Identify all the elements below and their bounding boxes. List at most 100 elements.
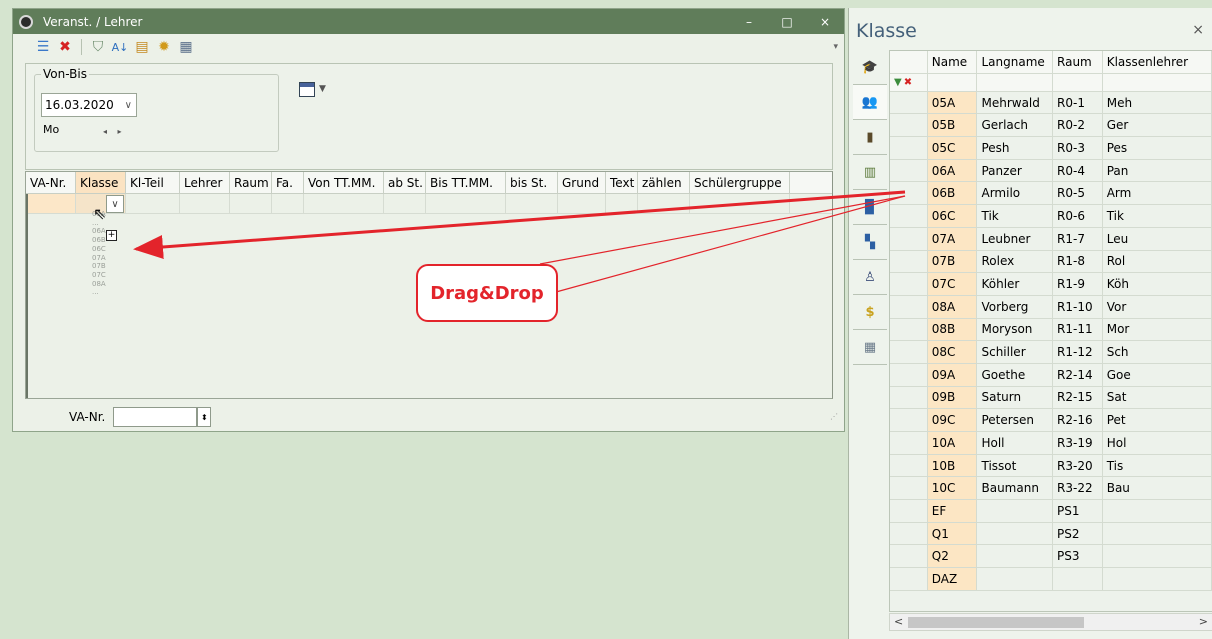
klasse-grid-header[interactable]: Name Langname Raum Klassenlehrer <box>890 51 1212 74</box>
grid-input-cell[interactable] <box>304 194 384 213</box>
row-selector[interactable] <box>890 205 928 227</box>
klasse-cell[interactable]: 09C <box>927 409 978 431</box>
grid-input-cell[interactable] <box>426 194 506 213</box>
klasse-cell[interactable]: 05A <box>927 91 978 114</box>
klasse-cell[interactable]: 06B <box>927 182 978 205</box>
klasse-cell[interactable]: PS3 <box>1053 545 1103 568</box>
chevron-down-icon[interactable]: ∨ <box>125 100 132 111</box>
row-selector[interactable] <box>890 227 928 250</box>
grid-input-row[interactable]: ∨ <box>26 194 832 214</box>
grid-column-header[interactable]: bis St. <box>506 172 558 193</box>
grid-input-cell[interactable] <box>272 194 304 213</box>
row-selector[interactable] <box>890 250 928 273</box>
date-picker[interactable]: 16.03.2020 ∨ <box>41 93 137 117</box>
klasse-row[interactable]: 05A Mehrwald R0-1 Meh <box>890 91 1212 115</box>
klasse-cell[interactable]: Q1 <box>927 522 978 545</box>
date-spin-arrows[interactable]: ◂ ▸ <box>103 127 126 136</box>
klasse-row[interactable]: 06A Panzer R0-4 Pan <box>890 159 1212 183</box>
klasse-cell[interactable]: Schiller <box>977 341 1054 363</box>
klasse-cell[interactable] <box>977 500 1054 522</box>
klasse-cell[interactable]: R2-15 <box>1053 386 1103 409</box>
tab-buecher[interactable]: ▉ <box>853 190 887 225</box>
delete-icon[interactable]: ✖ <box>57 39 73 55</box>
settings-icon[interactable]: ✹ <box>156 39 172 55</box>
klasse-cell[interactable]: Pan <box>1103 159 1212 182</box>
list-icon[interactable]: ☰ <box>35 39 51 55</box>
klasse-cell[interactable]: Holl <box>977 432 1054 454</box>
row-selector[interactable] <box>890 500 928 522</box>
row-selector[interactable] <box>890 341 928 363</box>
klasse-cell[interactable]: Ger <box>1103 114 1212 137</box>
klasse-cell[interactable]: Tik <box>1103 205 1212 227</box>
klasse-cell[interactable]: Vorberg <box>977 295 1054 318</box>
klasse-cell[interactable]: 06A <box>927 159 978 182</box>
klasse-cell[interactable]: R0-3 <box>1053 137 1103 159</box>
klasse-cell[interactable] <box>977 73 1054 91</box>
resize-grip-icon[interactable]: ⋰ <box>830 412 838 421</box>
klasse-cell[interactable]: Tissot <box>977 454 1054 477</box>
klasse-row[interactable]: 09A Goethe R2-14 Goe <box>890 363 1212 387</box>
row-selector[interactable] <box>890 409 928 431</box>
klasse-cell[interactable]: R1-7 <box>1053 227 1103 250</box>
klasse-cell[interactable]: Rolex <box>977 250 1054 273</box>
tab-faecher[interactable]: ▥ <box>853 155 887 190</box>
klasse-cell[interactable]: R1-8 <box>1053 250 1103 273</box>
klasse-cell[interactable]: EF <box>927 500 978 522</box>
klasse-cell[interactable]: R1-10 <box>1053 295 1103 318</box>
klasse-row[interactable]: 08A Vorberg R1-10 Vor <box>890 295 1212 319</box>
grid-column-header[interactable]: Grund <box>558 172 606 193</box>
klasse-cell[interactable]: PS2 <box>1053 522 1103 545</box>
tab-personen[interactable]: ♙ <box>853 260 887 295</box>
klasse-cell[interactable] <box>1103 568 1212 590</box>
filter-icon[interactable]: ⛉ <box>90 39 106 55</box>
klasse-row[interactable]: 07A Leubner R1-7 Leu <box>890 227 1212 251</box>
row-selector[interactable] <box>890 454 928 477</box>
klasse-cell[interactable]: Pet <box>1103 409 1212 431</box>
klasse-row[interactable]: 05C Pesh R0-3 Pes <box>890 137 1212 160</box>
row-selector[interactable] <box>890 91 928 114</box>
klasse-cell[interactable]: 10A <box>927 432 978 454</box>
tab-raumgruppen[interactable]: ▚ <box>853 225 887 260</box>
klasse-cell[interactable]: Mor <box>1103 318 1212 341</box>
klasse-cell[interactable]: Rol <box>1103 250 1212 273</box>
maximize-button[interactable]: □ <box>768 9 806 34</box>
klasse-cell[interactable]: 08C <box>927 341 978 363</box>
horizontal-scrollbar[interactable]: < > <box>889 613 1212 631</box>
klasse-cell[interactable]: R3-19 <box>1053 432 1103 454</box>
klasse-cell[interactable]: Meh <box>1103 91 1212 114</box>
klasse-column-header[interactable]: Langname <box>977 51 1054 73</box>
sort-icon[interactable]: A↓ <box>112 39 129 55</box>
klasse-cell[interactable]: Sch <box>1103 341 1212 363</box>
klasse-cell[interactable]: 09A <box>927 363 978 386</box>
klasse-cell[interactable]: Goe <box>1103 363 1212 386</box>
klasse-cell[interactable]: 08A <box>927 295 978 318</box>
klasse-row[interactable]: 05B Gerlach R0-2 Ger <box>890 114 1212 138</box>
klasse-cell[interactable]: 10B <box>927 454 978 477</box>
klasse-cell[interactable] <box>1102 73 1212 91</box>
grid-column-header[interactable]: Klasse <box>76 172 126 193</box>
row-selector[interactable] <box>890 568 928 590</box>
grid-input-cell[interactable] <box>690 194 790 213</box>
klasse-cell[interactable]: Mehrwald <box>977 91 1054 114</box>
klasse-cell[interactable]: Köhler <box>977 273 1054 295</box>
grid-column-header[interactable]: Raum <box>230 172 272 193</box>
grid-input-cell[interactable] <box>180 194 230 213</box>
klasse-cell[interactable]: Q2 <box>927 545 978 568</box>
row-selector[interactable] <box>890 182 928 205</box>
klasse-filter-row[interactable]: ▼ ✖ <box>890 73 1212 92</box>
klasse-row[interactable]: 08C Schiller R1-12 Sch <box>890 341 1212 364</box>
klasse-cell[interactable]: DAZ <box>927 568 978 590</box>
row-selector[interactable] <box>890 137 928 159</box>
klasse-cell[interactable]: 07B <box>927 250 978 273</box>
row-selector[interactable] <box>890 432 928 454</box>
panel-close-button[interactable]: × <box>1192 22 1204 38</box>
klasse-cell[interactable]: 10C <box>927 477 978 500</box>
klasse-cell[interactable]: Petersen <box>977 409 1054 431</box>
scroll-right-icon[interactable]: > <box>1199 615 1208 628</box>
klasse-cell[interactable]: Sat <box>1103 386 1212 409</box>
clear-filter-icon[interactable]: ✖ <box>904 77 912 88</box>
row-selector[interactable] <box>890 363 928 386</box>
grid-column-header[interactable]: Schülergruppe <box>690 172 790 193</box>
row-selector[interactable] <box>890 159 928 182</box>
vanr-input[interactable] <box>113 407 198 427</box>
